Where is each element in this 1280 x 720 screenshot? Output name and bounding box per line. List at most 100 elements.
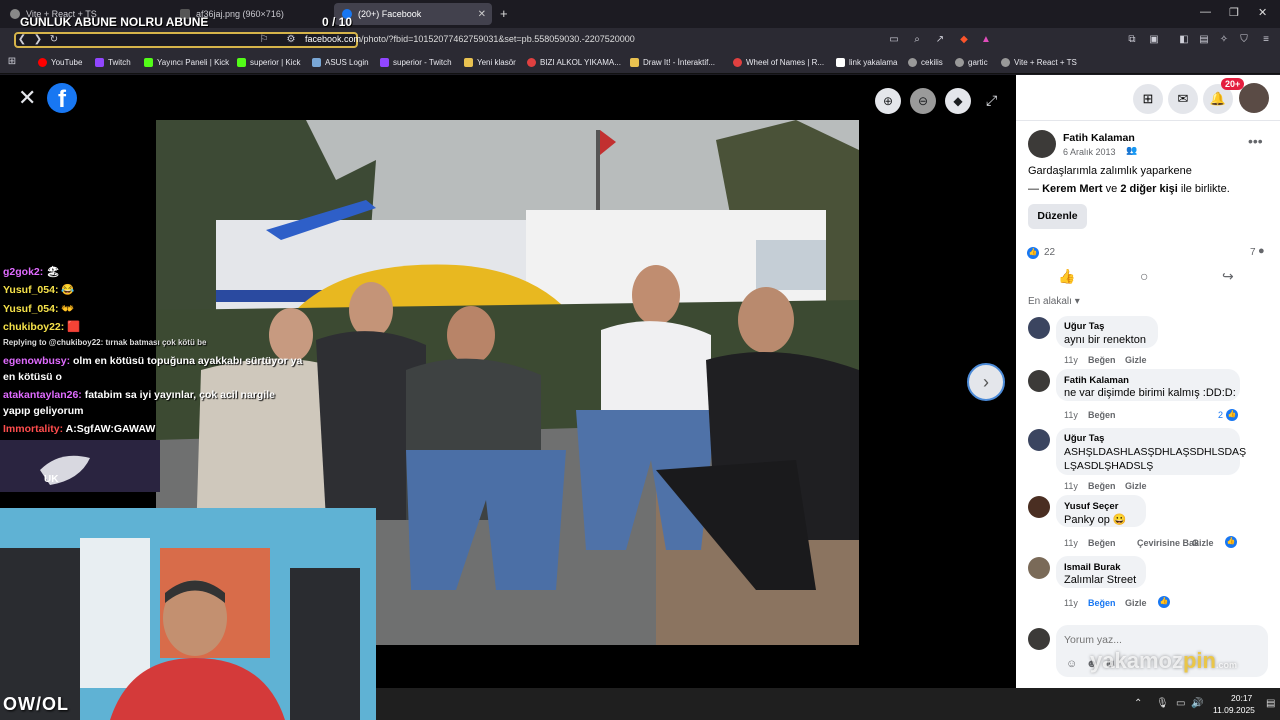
sidebar-icon[interactable]: ◧ xyxy=(1178,34,1190,46)
reload-icon[interactable]: ↻ xyxy=(48,34,60,46)
commenter-name[interactable]: Uğur Taş xyxy=(1064,433,1104,444)
comment-hide-button[interactable]: Gizle xyxy=(1125,355,1147,365)
bookmark-twitch-superior[interactable]: superior - Twitch xyxy=(380,58,452,67)
close-window-icon[interactable]: ✕ xyxy=(1258,6,1267,19)
comment-time[interactable]: 11y xyxy=(1064,481,1078,491)
bookmark-asus[interactable]: ASUS Login xyxy=(312,58,369,67)
tray-chevron-icon[interactable]: ⌃ xyxy=(1134,698,1142,709)
comment-like-button[interactable]: Beğen xyxy=(1088,598,1116,608)
back-icon[interactable]: ❮ xyxy=(16,34,28,46)
avatar-sticker-icon[interactable]: ☺ xyxy=(1066,658,1077,670)
tag-icon[interactable]: ◆ xyxy=(945,88,971,114)
watermark-suffix: .com xyxy=(1215,660,1237,670)
volume-icon[interactable]: 🔊 xyxy=(1191,698,1203,709)
tab-manager-icon[interactable]: ▣ xyxy=(1148,34,1160,46)
comment-action-icon[interactable]: ○ xyxy=(1140,268,1148,284)
comment-time[interactable]: 11y xyxy=(1064,410,1078,420)
share-icon[interactable]: ↗ xyxy=(934,34,946,46)
forward-icon[interactable]: ❯ xyxy=(32,34,44,46)
tagged-name[interactable]: Kerem Mert xyxy=(1042,183,1103,195)
zoom-icon[interactable]: ⌕ xyxy=(911,34,923,46)
edit-button[interactable]: Düzenle xyxy=(1028,204,1087,229)
reaction-count[interactable]: 2 xyxy=(1218,410,1223,420)
tab-facebook[interactable]: (20+) Facebook ✕ xyxy=(334,3,492,25)
fullscreen-icon[interactable]: ⤢ xyxy=(986,92,997,109)
commenter-avatar[interactable] xyxy=(1028,317,1050,339)
bookmark-alkol[interactable]: BIZI ALKOL YIKAMA... xyxy=(527,58,621,67)
close-viewer-icon[interactable]: ✕ xyxy=(18,87,36,109)
ai-icon[interactable]: ✧ xyxy=(1218,34,1230,46)
author-avatar[interactable] xyxy=(1028,130,1056,158)
facebook-logo[interactable]: f xyxy=(47,83,77,113)
close-tab-icon[interactable]: ✕ xyxy=(478,9,486,20)
post-date[interactable]: 6 Aralık 2013 xyxy=(1063,147,1116,157)
commenter-name[interactable]: Uğur Taş xyxy=(1064,321,1104,332)
rewards-icon[interactable]: ▲ xyxy=(980,34,992,46)
comment-hide-button[interactable]: Gizle xyxy=(1192,538,1214,548)
site-info-icon[interactable]: ⚙ xyxy=(285,34,297,46)
commenter-avatar[interactable] xyxy=(1028,496,1050,518)
microphone-icon[interactable]: 🎙 xyxy=(1156,698,1169,709)
apps-grid-icon[interactable]: ⊞ xyxy=(6,56,18,68)
bookmark-link[interactable]: link yakalama xyxy=(836,58,897,67)
sort-comments[interactable]: En alakalı ▾ xyxy=(1028,296,1080,307)
commenter-name[interactable]: Yusuf Seçer xyxy=(1064,501,1118,512)
bookmark-icon[interactable]: ⚐ xyxy=(258,34,270,46)
bookmark-youtube[interactable]: YouTube xyxy=(38,58,82,67)
zoom-out-icon[interactable]: ⊖ xyxy=(910,88,936,114)
brave-shield-icon[interactable]: ◆ xyxy=(958,34,970,46)
zoom-in-icon[interactable]: ⊕ xyxy=(875,88,901,114)
commenter-name[interactable]: Ismail Burak xyxy=(1064,562,1121,573)
windows-taskbar: ⌃ 🎙 ▭ 🔊 ▤ xyxy=(376,688,1280,720)
clock-time[interactable]: 20:17 xyxy=(1231,693,1252,703)
profile-avatar[interactable] xyxy=(1239,83,1269,113)
like-action-icon[interactable]: 👍 xyxy=(1058,268,1075,285)
commenter-name[interactable]: Fatih Kalaman xyxy=(1064,375,1129,386)
translate-button[interactable]: Çevirisine Bak xyxy=(1137,538,1199,548)
comment-like-button[interactable]: Beğen xyxy=(1088,355,1116,365)
chat-line: yapıp geliyorum xyxy=(3,405,84,417)
bookmark-gartic[interactable]: gartic xyxy=(955,58,988,67)
comments-count[interactable]: 7 xyxy=(1250,247,1256,258)
bookmark-vite[interactable]: Vite + React + TS xyxy=(1001,58,1077,67)
wallet-icon[interactable]: ▤ xyxy=(1198,34,1210,46)
comment-like-button[interactable]: Beğen xyxy=(1088,410,1116,420)
new-tab-icon[interactable]: + xyxy=(500,6,508,21)
messenger-icon[interactable]: ✉ xyxy=(1168,84,1198,114)
bookmark-wheel[interactable]: Wheel of Names | R... xyxy=(733,58,824,67)
comment-like-button[interactable]: Beğen xyxy=(1088,481,1116,491)
comment-hide-button[interactable]: Gizle xyxy=(1125,598,1147,608)
reader-icon[interactable]: ▭ xyxy=(888,34,900,46)
comment-time[interactable]: 11y xyxy=(1064,355,1078,365)
comment-input[interactable] xyxy=(1064,632,1254,648)
tagged-others[interactable]: 2 diğer kişi xyxy=(1120,183,1177,195)
bookmark-drawit[interactable]: Draw It! - İnteraktif... xyxy=(630,58,715,67)
bookmark-twitch[interactable]: Twitch xyxy=(95,58,131,67)
comment-time[interactable]: 11y xyxy=(1064,538,1078,548)
comment-time[interactable]: 11y xyxy=(1064,598,1078,608)
commenter-avatar[interactable] xyxy=(1028,557,1050,579)
clock-date[interactable]: 11.09.2025 xyxy=(1213,705,1255,715)
network-icon[interactable]: ▭ xyxy=(1176,698,1185,709)
share-action-icon[interactable]: ↪ xyxy=(1222,268,1234,285)
more-options-icon[interactable]: ••• xyxy=(1248,133,1263,149)
bookmark-kick-superior[interactable]: superior | Kick xyxy=(237,58,301,67)
menu-icon[interactable]: ≡ xyxy=(1260,34,1272,46)
bookmark-cekilis[interactable]: cekilis xyxy=(908,58,943,67)
minimize-icon[interactable]: — xyxy=(1200,6,1211,18)
likes-count[interactable]: 22 xyxy=(1044,247,1055,258)
author-name[interactable]: Fatih Kalaman xyxy=(1063,132,1135,144)
vpn-icon[interactable]: ⛉ xyxy=(1238,34,1250,46)
bookmark-kick-panel[interactable]: Yayıncı Paneli | Kick xyxy=(144,58,229,67)
url-field[interactable]: facebook.com/photo/?fbid=101520774627590… xyxy=(305,34,635,44)
notification-center-icon[interactable]: ▤ xyxy=(1266,698,1275,709)
comment-hide-button[interactable]: Gizle xyxy=(1125,481,1147,491)
menu-grid-icon[interactable]: ⊞ xyxy=(1133,84,1163,114)
commenter-avatar[interactable] xyxy=(1028,429,1050,451)
bookmark-folder[interactable]: Yeni klasör xyxy=(464,58,516,67)
comment-like-button[interactable]: Beğen xyxy=(1088,538,1116,548)
maximize-icon[interactable]: ❐ xyxy=(1229,6,1239,19)
extensions-icon[interactable]: ⧉ xyxy=(1126,34,1138,46)
next-photo-button[interactable]: › xyxy=(967,363,1005,401)
commenter-avatar[interactable] xyxy=(1028,370,1050,392)
